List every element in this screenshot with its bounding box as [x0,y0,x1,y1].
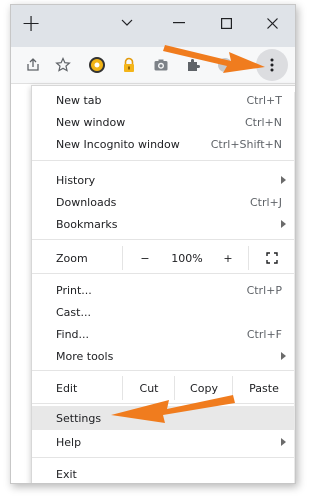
minimize-icon [173,22,185,24]
menu-item-shortcut: Ctrl+P [246,283,282,297]
menu-item-label: History [56,173,96,187]
annotation-arrow-icon [111,395,235,423]
browser-window: + New tab Ctrl+T New window Ctrl+N New I… [10,4,296,484]
paste-button[interactable]: Paste [232,376,295,400]
menu-separator [32,370,294,371]
menu-item-shortcut: Ctrl+Shift+N [210,137,282,151]
submenu-arrow-icon [281,176,286,184]
menu-item-new-tab[interactable]: New tab Ctrl+T [32,88,294,112]
menu-item-label: Cast... [56,305,91,319]
menu-item-new-incognito[interactable]: New Incognito window Ctrl+Shift+N [32,132,294,156]
menu-item-more-tools[interactable]: More tools [32,344,294,368]
zoom-in-glyph: + [223,251,233,265]
new-tab-button[interactable]: + [11,5,51,41]
close-icon [266,17,278,29]
bookmark-star-icon [55,57,71,72]
extension-button-1[interactable] [83,51,111,79]
menu-item-label: New window [56,115,126,129]
menu-item-label: Print... [56,283,92,297]
menu-item-label: Help [56,435,82,449]
menu-separator [32,273,294,274]
submenu-arrow-icon [281,438,286,446]
menu-scrollbar[interactable] [294,92,295,483]
annotation-arrow-icon [163,45,265,73]
share-button[interactable] [19,51,47,79]
extension-button-2[interactable] [115,51,143,79]
maximize-icon [220,17,232,29]
menu-item-cast[interactable]: Cast... [32,300,294,324]
menu-item-label: Find... [56,327,90,341]
menu-item-help[interactable]: Help [32,430,294,454]
submenu-arrow-icon [281,220,286,228]
zoom-out-button[interactable]: − [122,246,167,270]
menu-item-label: Bookmarks [56,217,118,231]
menu-item-shortcut: Ctrl+N [244,115,282,129]
share-icon [27,58,39,71]
menu-item-bookmarks[interactable]: Bookmarks [32,212,294,236]
zoom-level: 100% [166,246,208,270]
menu-item-shortcut: Ctrl+F [246,327,282,341]
paste-label: Paste [249,381,279,395]
menu-item-find[interactable]: Find... Ctrl+F [32,322,294,346]
close-window-button[interactable] [249,5,295,41]
edit-label: Edit [56,382,78,395]
tab-search-button[interactable] [109,5,145,41]
extension-icon [89,57,105,73]
menu-item-history[interactable]: History [32,168,294,192]
new-tab-glyph: + [20,9,42,37]
menu-item-new-window[interactable]: New window Ctrl+N [32,110,294,134]
zoom-label: Zoom [56,252,88,265]
zoom-in-button[interactable]: + [208,246,248,270]
menu-item-label: New Incognito window [56,137,180,151]
lock-extension-icon [124,57,134,72]
menu-item-label: More tools [56,349,114,363]
zoom-value: 100% [171,251,203,265]
menu-item-exit[interactable]: Exit [32,462,294,483]
menu-item-shortcut: Ctrl+J [249,195,282,209]
menu-separator [32,160,294,161]
menu-item-print[interactable]: Print... Ctrl+P [32,278,294,302]
zoom-row: Zoom − 100% + [32,246,294,270]
submenu-arrow-icon [281,352,286,360]
menu-separator [32,239,294,240]
menu-item-label: Exit [56,467,77,481]
menu-item-shortcut: Ctrl+T [246,93,282,107]
menu-item-downloads[interactable]: Downloads Ctrl+J [32,190,294,214]
minimize-button[interactable] [156,5,202,41]
menu-item-label: New tab [56,93,102,107]
menu-item-label: Downloads [56,195,117,209]
fullscreen-icon [266,252,278,264]
menu-item-label: Settings [56,411,102,425]
fullscreen-button[interactable] [248,246,295,270]
maximize-button[interactable] [203,5,249,41]
zoom-out-glyph: − [140,251,150,265]
menu-separator [32,457,294,458]
bookmark-button[interactable] [49,51,77,79]
chevron-down-icon [121,19,133,26]
